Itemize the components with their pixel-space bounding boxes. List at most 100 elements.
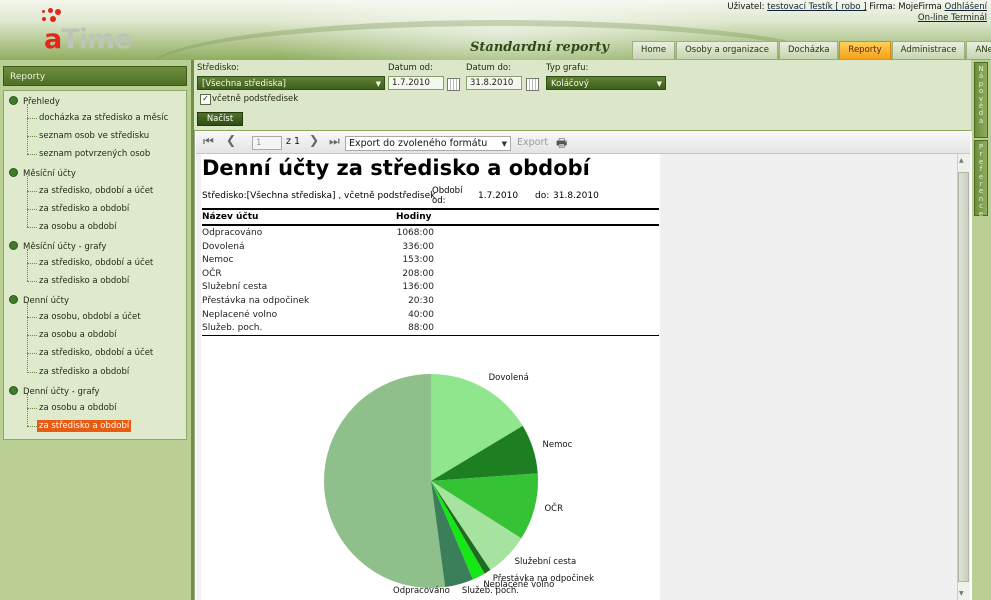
group-bullet-icon — [9, 295, 18, 305]
logo-letter-a: a — [44, 24, 62, 55]
calendar-icon[interactable] — [526, 78, 539, 91]
tree-connector — [27, 208, 37, 210]
tree-group[interactable]: Měsíční účty — [9, 168, 76, 179]
tree-item-label: za osobu, období a účet — [39, 312, 141, 323]
preferences-side-tab-label: Preference — [978, 143, 984, 218]
logout-link[interactable]: Odhlášení — [945, 2, 987, 12]
account-hours: 336:00 — [402, 241, 434, 252]
first-page-icon[interactable]: ⏮ — [203, 134, 214, 149]
tree-group[interactable]: Denní účty — [9, 295, 69, 306]
tree-item[interactable]: za osobu a období — [37, 329, 119, 341]
report-date-to: 31.8.2010 — [553, 191, 599, 201]
group-bullet-icon — [9, 240, 18, 250]
pie-label: Dovolená — [488, 373, 529, 384]
scroll-up-icon[interactable]: ▲ — [959, 157, 964, 164]
tree-group[interactable]: Denní účty - grafy — [9, 385, 99, 397]
account-name: Dovolená — [202, 241, 245, 252]
col-hours-header: Hodiny — [396, 212, 432, 222]
account-name: Služební cesta — [202, 282, 268, 293]
account-hours: 153:00 — [402, 255, 434, 266]
pie-label: OČR — [544, 503, 563, 514]
tree-item[interactable]: za osobu a období — [37, 402, 119, 414]
table-end-rule — [202, 335, 659, 336]
prev-page-icon[interactable]: ❮ — [226, 133, 236, 147]
chevron-down-icon: ▼ — [375, 80, 381, 88]
account-hours: 88:00 — [408, 323, 434, 334]
header-rule-top — [202, 208, 659, 210]
tree-item[interactable]: za osobu, období a účet — [37, 311, 143, 323]
preferences-side-tab[interactable]: Preference — [974, 140, 988, 218]
date-from-input[interactable]: 1.7.2010 — [388, 76, 444, 90]
account-hours: 40:00 — [408, 309, 434, 320]
tree-item[interactable]: za středisko, období a účet — [37, 185, 155, 197]
chart-type-label: Typ grafu: — [546, 63, 589, 73]
tab-dochazka[interactable]: Docházka — [778, 41, 839, 59]
tree-item[interactable]: za středisko a období — [37, 419, 132, 432]
tree-connector — [27, 425, 37, 427]
load-button[interactable]: Načíst — [197, 112, 243, 126]
main-nav: Home Osoby a organizace Docházka Reporty… — [632, 41, 991, 59]
account-name: Přestávka na odpočinek — [202, 296, 310, 306]
pie-label: Služeb. poch. — [461, 586, 519, 596]
pie-label: Odpracováno — [393, 586, 450, 596]
next-page-icon[interactable]: ❯ — [309, 133, 319, 147]
date-to-input[interactable]: 31.8.2010 — [466, 76, 522, 90]
print-icon[interactable]: 🖶 — [556, 134, 567, 155]
tree-item[interactable]: za středisko, období a účet — [37, 347, 155, 359]
reports-panel-header[interactable]: Reporty — [3, 66, 187, 86]
export-button[interactable]: Export — [517, 137, 548, 148]
chart-type-select[interactable]: Koláčový ▼ — [546, 76, 666, 90]
calendar-icon[interactable] — [447, 78, 460, 91]
stredisko-select[interactable]: [Všechna střediska] ▼ — [197, 76, 385, 90]
tree-item[interactable]: za středisko a období — [37, 203, 131, 215]
scrollbar-thumb[interactable] — [958, 172, 969, 582]
tab-administrace[interactable]: Administrace — [891, 41, 966, 59]
user-bar: Uživatel: testovací Testík [ robo ] Firm… — [727, 2, 987, 24]
tree-connector — [27, 176, 28, 227]
chevron-down-icon: ▼ — [656, 80, 662, 88]
tree-connector — [27, 371, 37, 373]
tree-item[interactable]: za středisko a období — [37, 366, 131, 378]
scroll-down-icon[interactable]: ▼ — [959, 590, 964, 597]
tree-connector — [27, 104, 28, 155]
help-side-tab-label: Nápověda — [978, 65, 984, 125]
help-side-tab[interactable]: Nápověda — [974, 62, 988, 138]
tree-item-label: za středisko a období — [39, 420, 130, 431]
firm-label: Firma: MojeFirma — [869, 2, 942, 12]
tab-osoby-a-organizace[interactable]: Osoby a organizace — [676, 41, 778, 59]
tree-connector — [27, 190, 37, 192]
tree-item[interactable]: za středisko, období a účet — [37, 257, 155, 269]
tree-item[interactable]: za středisko a období — [37, 275, 131, 287]
include-sub-checkbox[interactable]: ✓ — [200, 94, 211, 105]
user-link[interactable]: testovací Testík [ robo ] — [767, 2, 866, 12]
online-terminal-link[interactable]: On-line Terminál — [918, 13, 987, 23]
export-format-select[interactable]: Export do zvoleného formátu ▼ — [345, 136, 511, 151]
table-row: Služební cesta 136:00 — [202, 282, 434, 295]
tab-reporty[interactable]: Reporty — [839, 41, 891, 59]
group-bullet-icon — [9, 168, 18, 178]
tree-item[interactable]: za osobu a období — [37, 221, 119, 233]
tree-group[interactable]: Měsíční účty - grafy — [9, 240, 106, 252]
tree-connector — [27, 154, 37, 156]
tree-group-label: Denní účty — [23, 296, 70, 307]
tree-connector — [27, 353, 37, 355]
tab-anet[interactable]: ANeT — [966, 41, 991, 59]
tree-group[interactable]: Přehledy — [9, 96, 60, 107]
tree-connector — [27, 136, 37, 138]
tree-item-label: seznam potvrzených osob — [39, 149, 151, 160]
tree-item-label: za středisko, období a účet — [39, 348, 154, 359]
tree-item-label: za osobu a období — [39, 330, 117, 341]
tree-item-label: za osobu a období — [39, 402, 117, 413]
page-number-input[interactable]: 1 — [252, 136, 282, 150]
tree-item[interactable]: docházka za středisko a měsíc — [37, 112, 170, 124]
table-row: Dovolená 336:00 — [202, 242, 434, 255]
tree-connector — [27, 407, 37, 409]
tree-connector — [27, 335, 37, 337]
tab-home[interactable]: Home — [632, 41, 676, 59]
tree-item[interactable]: seznam potvrzených osob — [37, 148, 152, 160]
last-page-icon[interactable]: ⏭ — [329, 134, 340, 149]
account-name: OČR — [202, 268, 222, 279]
tree-connector — [27, 118, 37, 120]
tree-item[interactable]: seznam osob ve středisku — [37, 130, 151, 142]
tree-connector — [27, 303, 28, 372]
